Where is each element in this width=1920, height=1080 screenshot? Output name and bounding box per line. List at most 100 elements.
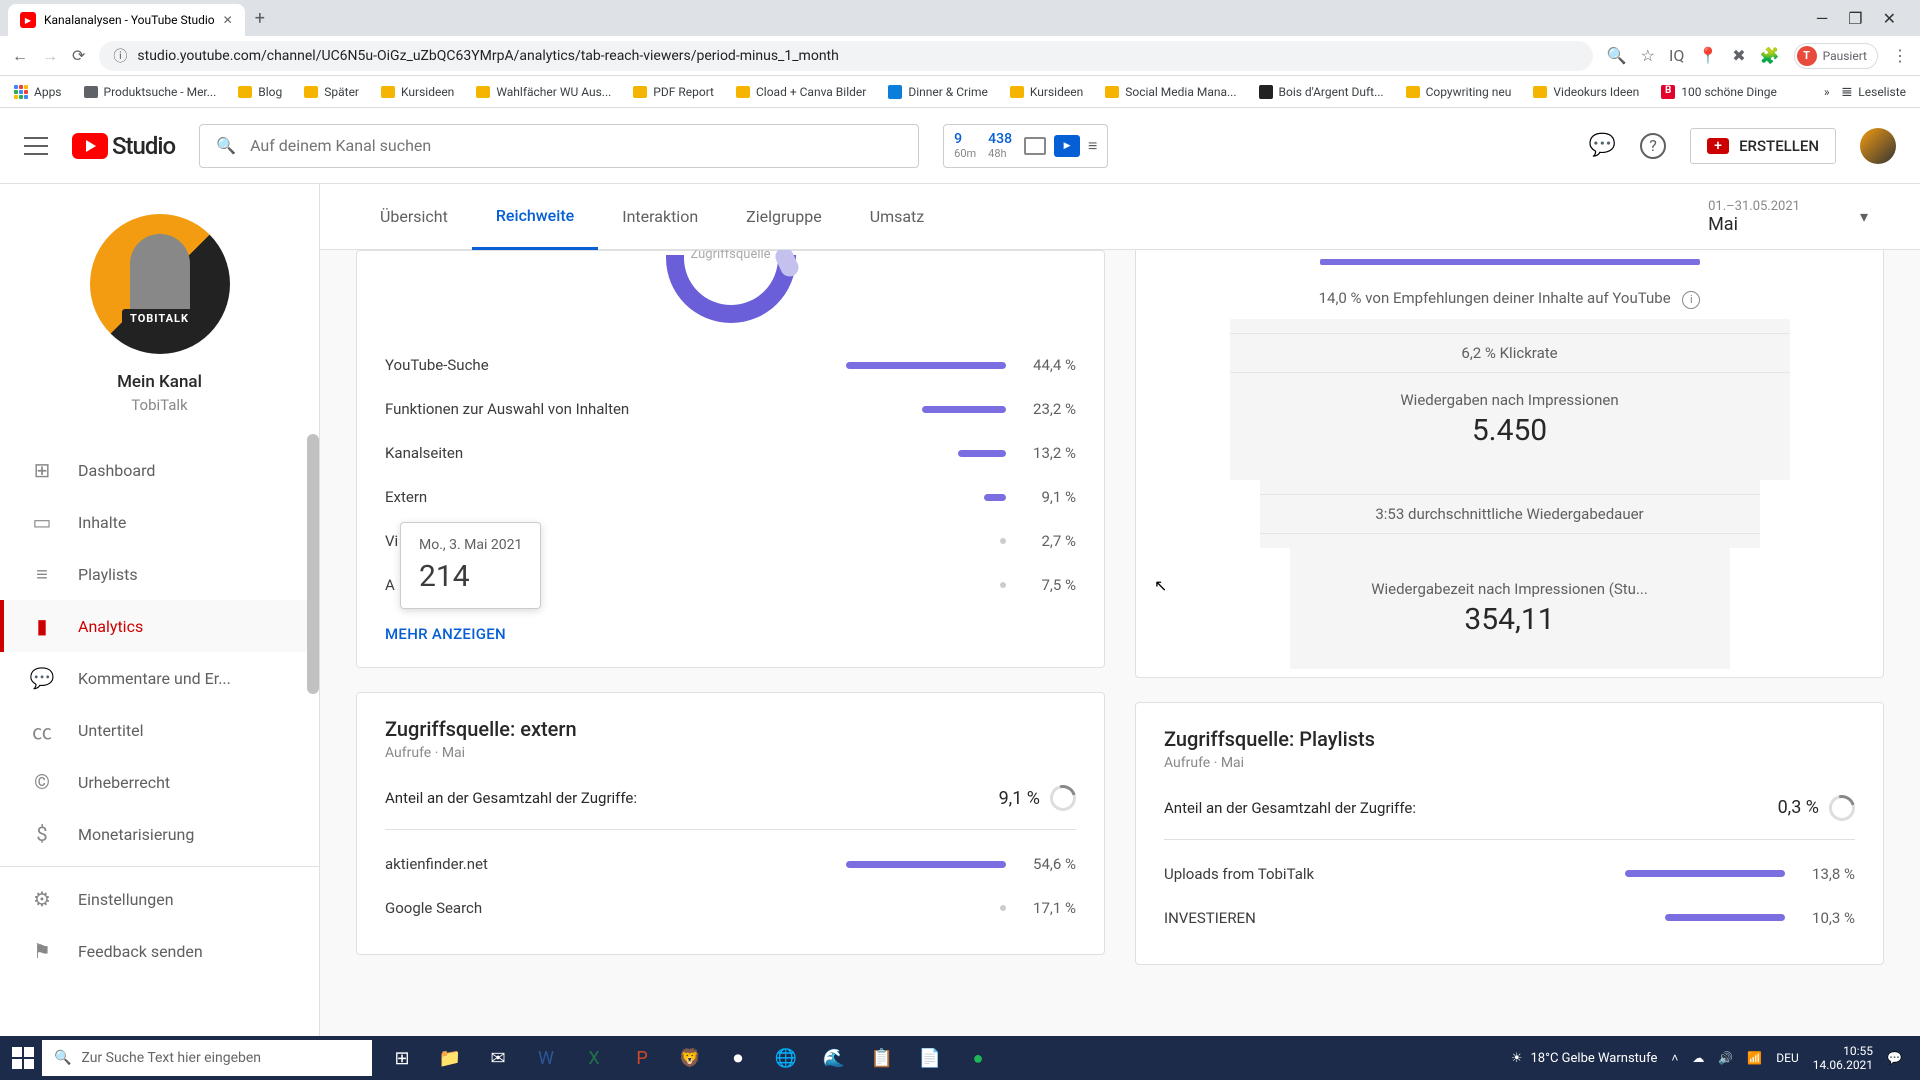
task-view-icon[interactable]: ⊞	[380, 1038, 424, 1078]
close-window-icon[interactable]: ✕	[1883, 9, 1896, 28]
content-icon: ▭	[30, 510, 54, 534]
table-row[interactable]: Uploads from TobiTalk13,8 %	[1164, 852, 1855, 896]
nav-dashboard[interactable]: ⊞Dashboard	[0, 444, 319, 496]
hamburger-icon[interactable]	[24, 137, 48, 155]
tab-audience[interactable]: Zielgruppe	[722, 185, 846, 248]
bookmark-item[interactable]: Wahlfächer WU Aus...	[476, 85, 611, 99]
explorer-icon[interactable]: 📁	[428, 1038, 472, 1078]
ext-cross-icon[interactable]: ✖	[1732, 46, 1745, 65]
bookmark-item[interactable]: Später	[304, 85, 359, 99]
browser-tab[interactable]: Kanalanalysen - YouTube Studio ✕	[8, 4, 245, 36]
tray-chevron-icon[interactable]: ˄	[1671, 1051, 1678, 1065]
nav-subtitles[interactable]: ㏄Untertitel	[0, 704, 319, 756]
zoom-icon[interactable]: 🔍	[1607, 46, 1627, 65]
bar-track	[1625, 870, 1785, 877]
studio-logo[interactable]: Studio	[72, 132, 175, 160]
nav-playlists[interactable]: ≡Playlists	[0, 548, 319, 600]
bookmark-item[interactable]: Blog	[238, 85, 282, 99]
tab-reach[interactable]: Reichweite	[472, 184, 598, 250]
tab-revenue[interactable]: Umsatz	[846, 185, 949, 248]
table-row[interactable]: Google Search17,1 %	[385, 886, 1076, 930]
mail-icon[interactable]: ✉	[476, 1038, 520, 1078]
weather-widget[interactable]: ☀ 18°C Gelbe Warnstufe	[1511, 1051, 1658, 1066]
bookmark-item[interactable]: Copywriting neu	[1406, 85, 1512, 99]
table-row[interactable]: YouTube-Suche44,4 %	[385, 343, 1076, 387]
create-button[interactable]: + ERSTELLEN	[1690, 128, 1836, 164]
bar-track	[846, 538, 1006, 544]
url-input[interactable]: ⓘ studio.youtube.com/channel/UC6N5u-OiGz…	[99, 41, 1592, 71]
comments-icon[interactable]: 💬	[1589, 133, 1616, 158]
excel-icon[interactable]: X	[572, 1038, 616, 1078]
word-icon[interactable]: W	[524, 1038, 568, 1078]
nav-comments[interactable]: 💬Kommentare und Er...	[0, 652, 319, 704]
bookmark-item[interactable]: Videokurs Ideen	[1533, 85, 1639, 99]
help-icon[interactable]: ?	[1640, 133, 1666, 159]
account-avatar[interactable]	[1860, 128, 1896, 164]
nav-content[interactable]: ▭Inhalte	[0, 496, 319, 548]
obs-icon[interactable]: ⏺	[716, 1038, 760, 1078]
profile-button[interactable]: T Pausiert	[1794, 43, 1878, 69]
bookmark-item[interactable]: B100 schöne Dinge	[1661, 85, 1777, 99]
nav-analytics[interactable]: ▮Analytics	[0, 600, 319, 652]
lang-indicator[interactable]: DEU	[1776, 1051, 1798, 1065]
spotify-icon[interactable]: ●	[956, 1038, 1000, 1078]
nav-monetization[interactable]: $Monetarisierung	[0, 808, 319, 860]
bookmark-item[interactable]: Kursideen	[1010, 85, 1083, 99]
bookmark-item[interactable]: Dinner & Crime	[888, 85, 988, 99]
star-icon[interactable]: ☆	[1641, 46, 1655, 65]
nav-feedback[interactable]: ⚑Feedback senden	[0, 925, 319, 977]
bookmark-item[interactable]: Social Media Mana...	[1105, 85, 1236, 99]
tab-engagement[interactable]: Interaktion	[598, 185, 722, 248]
forward-icon[interactable]: →	[42, 46, 58, 66]
table-row[interactable]: INVESTIEREN10,3 %	[1164, 896, 1855, 940]
table-row[interactable]: Funktionen zur Auswahl von Inhalten23,2 …	[385, 387, 1076, 431]
chrome-icon[interactable]: 🌐	[764, 1038, 808, 1078]
lock-icon: ⓘ	[113, 46, 127, 66]
back-icon[interactable]: ←	[12, 46, 28, 66]
ext-pin-icon[interactable]: 📍	[1698, 46, 1718, 65]
chrome-menu-icon[interactable]: ⋮	[1892, 46, 1908, 65]
reading-list-button[interactable]: 𝌆Leseliste	[1842, 85, 1906, 99]
row-pct: 2,7 %	[1006, 532, 1076, 550]
live-stats-widget[interactable]: 960m 43848h ≡	[943, 124, 1108, 168]
table-row[interactable]: Extern9,1 %	[385, 475, 1076, 519]
tab-overview[interactable]: Übersicht	[356, 185, 472, 248]
bookmark-apps[interactable]: Apps	[14, 85, 62, 99]
powerpoint-icon[interactable]: P	[620, 1038, 664, 1078]
bookmark-item[interactable]: Produktsuche - Mer...	[84, 85, 217, 99]
show-more-link[interactable]: MEHR ANZEIGEN	[385, 607, 1076, 643]
bookmark-item[interactable]: Cload + Canva Bilder	[736, 85, 866, 99]
start-button[interactable]	[8, 1043, 38, 1073]
bookmark-overflow-icon[interactable]: »	[1824, 85, 1830, 99]
reload-icon[interactable]: ⟳	[72, 46, 85, 65]
table-row[interactable]: Kanalseiten13,2 %	[385, 431, 1076, 475]
volume-icon[interactable]: 🔊	[1718, 1051, 1733, 1065]
new-tab-button[interactable]: +	[245, 8, 275, 29]
cloud-icon[interactable]: ☁	[1692, 1051, 1704, 1065]
ext-keep-icon[interactable]: IQ	[1669, 46, 1684, 65]
bookmark-item[interactable]: Bois d'Argent Duft...	[1259, 85, 1384, 99]
brave-icon[interactable]: 🦁	[668, 1038, 712, 1078]
minimize-icon[interactable]: —	[1816, 9, 1829, 28]
clock[interactable]: 10:55 14.06.2021	[1813, 1044, 1873, 1073]
bookmark-item[interactable]: Kursideen	[381, 85, 454, 99]
app-icon[interactable]: 📋	[860, 1038, 904, 1078]
channel-search[interactable]: 🔍	[199, 124, 919, 168]
edge-icon[interactable]: 🌊	[812, 1038, 856, 1078]
taskbar-search[interactable]: 🔍 Zur Suche Text hier eingeben	[42, 1040, 372, 1076]
info-icon[interactable]: i	[1682, 291, 1700, 309]
extensions-icon[interactable]: 🧩	[1760, 46, 1780, 65]
bookmark-item[interactable]: PDF Report	[633, 85, 714, 99]
search-input[interactable]	[250, 136, 902, 155]
nav-copyright[interactable]: ©Urheberrecht	[0, 756, 319, 808]
nav-settings[interactable]: ⚙Einstellungen	[0, 873, 319, 925]
app-icon[interactable]: 📄	[908, 1038, 952, 1078]
channel-avatar[interactable]: TOBITALK	[90, 214, 230, 354]
date-range-picker[interactable]: 01.–31.05.2021 Mai ▾	[1692, 191, 1884, 243]
wifi-icon[interactable]: 📶	[1747, 1051, 1762, 1065]
maximize-icon[interactable]: ❐	[1848, 9, 1862, 28]
table-row[interactable]: aktienfinder.net54,6 %	[385, 842, 1076, 886]
scrollbar-thumb[interactable]	[307, 434, 319, 694]
notifications-icon[interactable]: 💬	[1887, 1051, 1902, 1065]
close-icon[interactable]: ✕	[223, 13, 233, 27]
